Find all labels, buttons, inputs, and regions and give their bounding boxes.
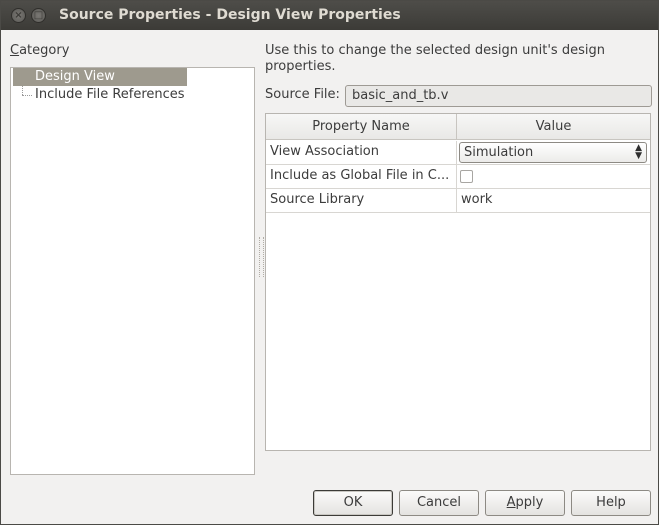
maximize-icon[interactable]: □ [31,8,46,23]
category-tree[interactable]: Design View Include File References [10,67,255,475]
include-global-checkbox[interactable] [460,170,473,183]
help-button[interactable]: Help [571,490,651,516]
tree-item-design-view[interactable]: Design View [13,68,187,86]
apply-button[interactable]: Apply [485,490,565,516]
view-association-select[interactable]: Simulation ▲ ▼ [459,142,647,163]
property-name-cell[interactable]: Include as Global File in C... [266,165,457,188]
tree-item-label: Design View [35,69,115,84]
close-icon[interactable]: × [11,8,26,23]
select-value: Simulation [464,145,534,160]
cancel-button[interactable]: Cancel [399,490,479,516]
source-library-value[interactable]: work [457,189,650,212]
ok-button[interactable]: OK [313,490,393,516]
source-file-field: basic_and_tb.v [345,85,652,107]
dialog-window: × □ Source Properties - Design View Prop… [0,0,659,525]
table-row: Include as Global File in C... [266,165,650,189]
window-title: Source Properties - Design View Properti… [59,7,401,23]
splitter-handle[interactable] [259,237,264,277]
description-text: Use this to change the selected design u… [265,43,605,74]
table-row: View Association Simulation ▲ ▼ [266,141,650,165]
property-name-cell[interactable]: View Association [266,141,457,164]
source-file-label: Source File: [265,87,340,102]
category-label: Category [10,43,70,58]
tree-item-include-file-references[interactable]: Include File References [13,86,185,104]
tree-item-label: Include File References [35,87,185,102]
title-bar[interactable]: × □ Source Properties - Design View Prop… [1,1,658,30]
updown-arrow-icon: ▲ ▼ [635,143,642,161]
column-header-property-name[interactable]: Property Name [266,114,457,140]
properties-table: Property Name Value View Association Sim… [265,113,651,451]
column-header-value[interactable]: Value [457,114,650,140]
property-name-cell[interactable]: Source Library [266,189,457,212]
table-row: Source Library work [266,189,650,213]
